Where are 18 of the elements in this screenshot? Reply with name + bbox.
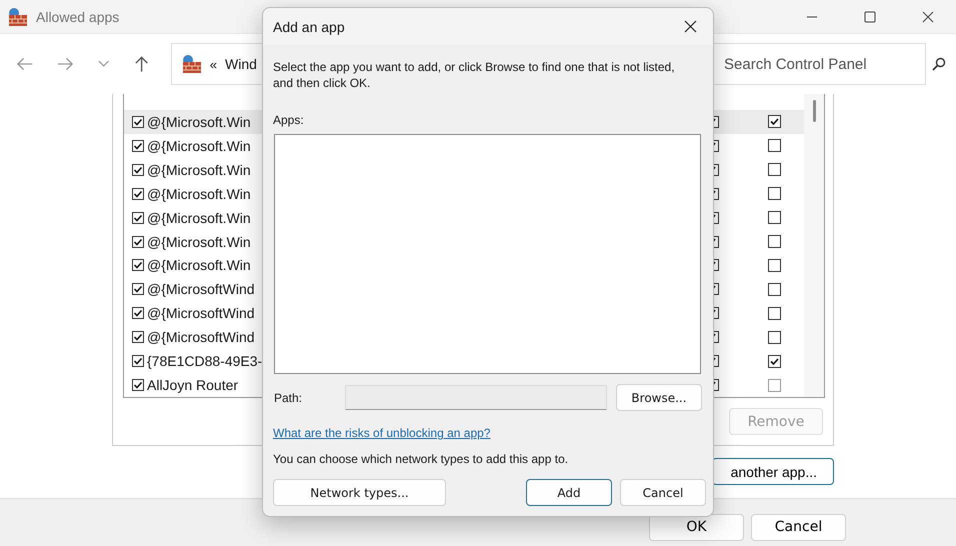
instruction-text: Select the app you want to add, or click Browse to find one that is not listed, and then click OK. — [273, 59, 676, 91]
network-types-note: You can choose which network types to add this app to. — [273, 452, 570, 466]
app-name: @{Microsoft.Win — [147, 257, 251, 274]
app-name: @{Microsoft.Win — [147, 210, 251, 226]
app-name: @{Microsoft.Win — [147, 162, 251, 178]
app-name: @{Microsoft.Win — [147, 234, 251, 250]
app-name: @{MicrosoftWind — [147, 305, 255, 322]
app-name: @{Microsoft.Win — [147, 186, 251, 202]
dialog-title: Add an app — [273, 18, 345, 34]
app-name: @{Microsoft.Win — [147, 138, 251, 154]
app-name: {78E1CD88-49E3- — [147, 353, 262, 370]
app-name: @{MicrosoftWind — [147, 281, 255, 298]
apps-label: Apps: — [273, 113, 305, 127]
app-name: @{Microsoft.Win — [147, 114, 251, 130]
window-title: Allowed apps — [36, 8, 120, 24]
path-label: Path: — [274, 390, 304, 404]
app-name: AllJoyn Router — [147, 377, 238, 394]
app-name: @{MicrosoftWind — [147, 329, 255, 346]
